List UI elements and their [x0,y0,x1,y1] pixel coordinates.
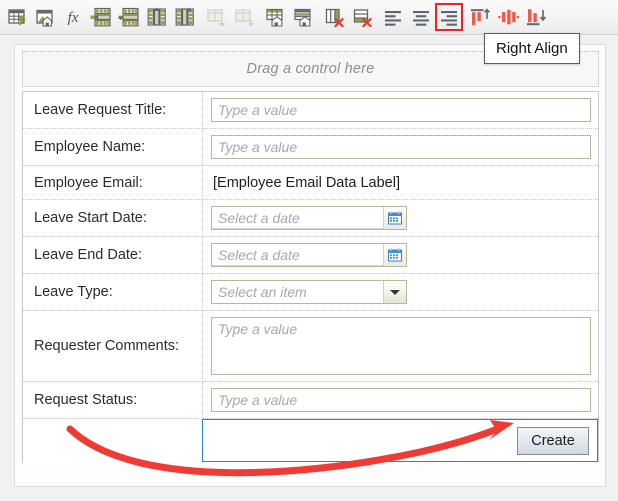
split-cells-vertical-icon[interactable] [289,3,317,31]
merge-cells-right-icon[interactable] [202,3,230,31]
designer-toolbar: fx [0,0,618,35]
field-cell[interactable]: Select a date [203,200,598,236]
calendar-icon[interactable] [383,244,406,266]
svg-text:fx: fx [68,10,79,26]
tooltip: Right Align [484,33,580,64]
left-align-icon[interactable] [379,3,407,31]
table-row[interactable]: Request Status: Type a value [23,382,598,419]
split-cells-horizontal-icon[interactable] [261,3,289,31]
chevron-down-icon[interactable] [383,281,406,303]
leave-request-title-input[interactable]: Type a value [211,98,591,122]
leave-request-form-designer: fx Drag a control here Leave Request Tit… [0,0,618,501]
request-status-input[interactable]: Type a value [211,388,591,412]
table-row[interactable]: Leave Type: Select an item [23,274,598,311]
employee-email-data-label: [Employee Email Data Label] [213,174,400,191]
center-align-icon[interactable] [407,3,435,31]
field-label: Leave Request Title: [23,92,203,128]
middle-align-icon[interactable] [494,3,522,31]
top-align-icon[interactable] [466,3,494,31]
table-row[interactable]: Requester Comments: Type a value [23,311,598,382]
edit-master-icon[interactable] [31,3,59,31]
field-label: Request Status: [23,382,203,418]
field-label: Requester Comments: [23,311,203,381]
formula-icon[interactable]: fx [59,3,87,31]
field-label: Employee Email: [23,166,203,199]
insert-column-right-icon[interactable] [171,3,199,31]
field-cell[interactable]: Type a value [203,92,598,128]
right-align-icon[interactable] [435,3,463,31]
form-designer-canvas: Drag a control here Leave Request Title:… [14,44,606,487]
field-cell[interactable]: Type a value [203,129,598,165]
field-cell[interactable]: Type a value [203,311,598,381]
insert-row-above-icon[interactable] [87,3,115,31]
table-row[interactable]: Employee Email: [Employee Email Data Lab… [23,166,598,200]
caret-shape [390,289,400,295]
table-row[interactable]: Leave Start Date: Select a date [23,200,598,237]
form-table: Leave Request Title: Type a value Employ… [22,91,599,463]
field-label: Employee Name: [23,129,203,165]
leave-type-dropdown[interactable]: Select an item [211,280,407,304]
leave-end-date-input[interactable]: Select a date [212,244,383,266]
edit-datasource-icon[interactable] [3,3,31,31]
calendar-icon[interactable] [383,207,406,229]
field-label: Leave End Date: [23,237,203,273]
delete-row-icon[interactable] [348,3,376,31]
table-row-footer[interactable]: Create [23,419,598,463]
selected-cell[interactable]: Create [202,419,598,462]
field-label: Leave Start Date: [23,200,203,236]
table-row[interactable]: Employee Name: Type a value [23,129,598,166]
field-cell[interactable]: Select an item [203,274,598,310]
table-row[interactable]: Leave End Date: Select a date [23,237,598,274]
employee-name-input[interactable]: Type a value [211,135,591,159]
field-label: Leave Type: [23,274,203,310]
bottom-align-icon[interactable] [522,3,550,31]
delete-column-icon[interactable] [320,3,348,31]
merge-cells-down-icon[interactable] [230,3,258,31]
leave-type-value[interactable]: Select an item [212,281,383,303]
table-row[interactable]: Leave Request Title: Type a value [23,92,598,129]
leave-end-date-picker[interactable]: Select a date [211,243,407,267]
requester-comments-textarea[interactable]: Type a value [211,317,591,375]
field-cell[interactable]: [Employee Email Data Label] [203,166,598,199]
leave-start-date-input[interactable]: Select a date [212,207,383,229]
insert-row-below-icon[interactable] [115,3,143,31]
field-cell[interactable]: Select a date [203,237,598,273]
leave-start-date-picker[interactable]: Select a date [211,206,407,230]
tooltip-text: Right Align [496,40,568,57]
drop-zone-label: Drag a control here [246,61,375,77]
insert-column-left-icon[interactable] [143,3,171,31]
create-button[interactable]: Create [517,426,589,455]
footer-label [23,419,203,463]
field-cell[interactable]: Type a value [203,382,598,418]
